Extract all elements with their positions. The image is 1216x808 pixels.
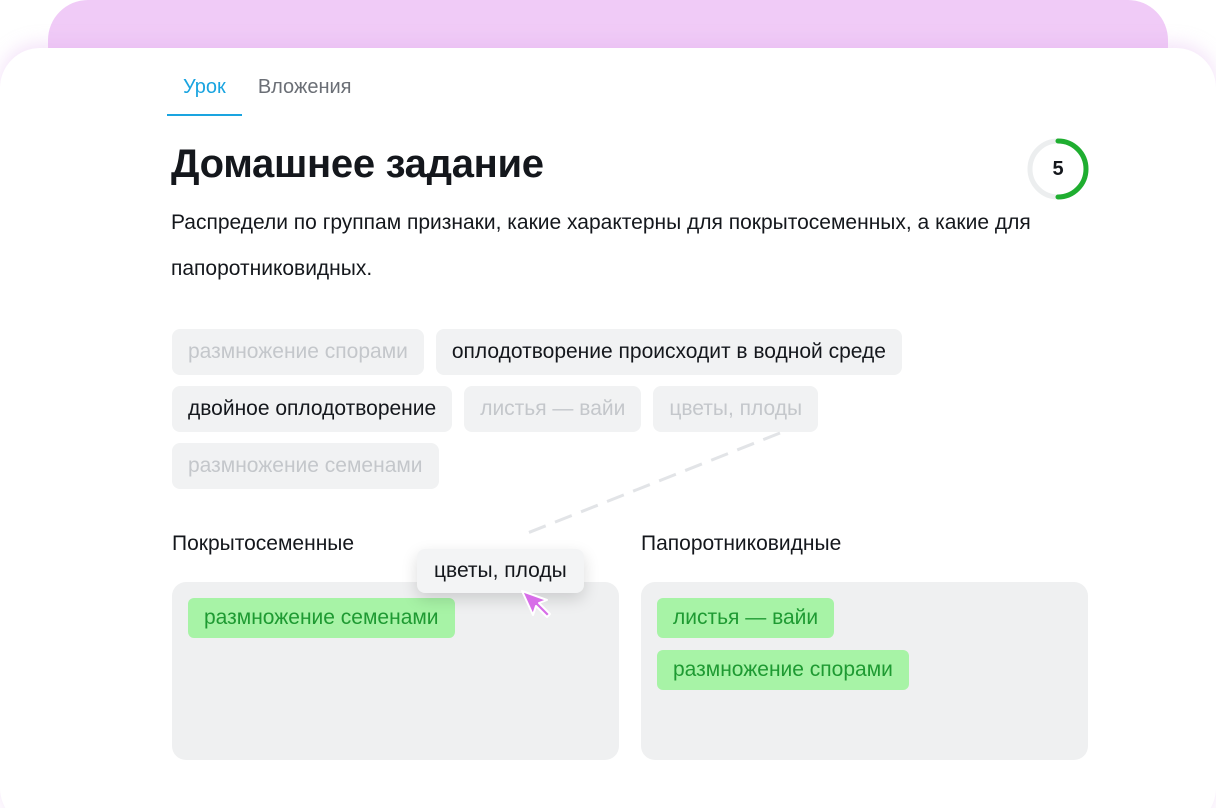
placed-chip[interactable]: размножение семенами — [188, 598, 455, 638]
placed-chip[interactable]: размножение спорами — [657, 650, 909, 690]
lesson-page: Урок Вложения Домашнее задание 5 Распред… — [0, 0, 1216, 808]
group-label-ferns: Папоротниковидные — [641, 532, 842, 555]
group-label-angiosperms: Покрытосеменные — [172, 532, 355, 555]
drop-zone-ferns[interactable]: листья — вайи размножение спорами — [641, 582, 1088, 760]
dragging-chip[interactable]: цветы, плоды — [417, 549, 584, 593]
cursor-arrow-icon — [521, 590, 551, 618]
placed-chip[interactable]: листья — вайи — [657, 598, 835, 638]
